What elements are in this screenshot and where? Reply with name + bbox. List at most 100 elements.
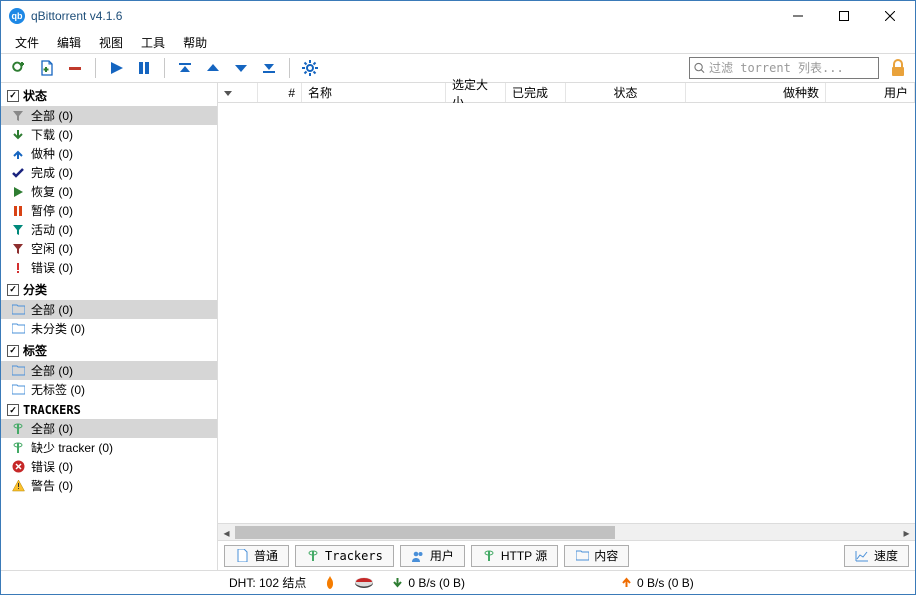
remove-button[interactable] <box>63 56 87 80</box>
status-completed[interactable]: 完成 (0) <box>1 163 217 182</box>
sidebar-item-label: 未分类 (0) <box>31 320 85 337</box>
download-icon <box>11 128 25 142</box>
tracker-icon <box>306 549 320 563</box>
tags-untagged[interactable]: 无标签 (0) <box>1 380 217 399</box>
titlebar: qb qBittorrent v4.1.6 <box>1 1 915 31</box>
col-name[interactable]: 名称 <box>302 83 446 102</box>
chart-icon <box>855 549 869 563</box>
maximize-button[interactable] <box>821 1 867 31</box>
tags-all[interactable]: 全部 (0) <box>1 361 217 380</box>
category-all[interactable]: 全部 (0) <box>1 300 217 319</box>
search-icon <box>694 62 705 74</box>
filter-icon <box>11 109 25 123</box>
col-size[interactable]: 选定大小 <box>446 83 506 102</box>
menu-view[interactable]: 视图 <box>91 32 131 53</box>
document-icon <box>235 549 249 563</box>
menu-edit[interactable]: 编辑 <box>49 32 89 53</box>
trackers-warning[interactable]: 警告 (0) <box>1 476 217 495</box>
sidebar-item-label: 无标签 (0) <box>31 381 85 398</box>
disk-icon <box>354 577 374 589</box>
sidebar-item-label: 恢复 (0) <box>31 183 73 200</box>
scroll-right-icon[interactable]: ▸ <box>898 524 915 541</box>
col-seeds[interactable]: 做种数 <box>686 83 826 102</box>
statusbar: DHT: 102 结点 0 B/s (0 B) 0 B/s (0 B) <box>1 570 915 594</box>
section-category-title: 分类 <box>23 281 47 298</box>
tab-speed[interactable]: 速度 <box>844 545 909 567</box>
torrent-panel: # 名称 选定大小 已完成 状态 做种数 用户 ◂ ▸ 普通 Trackers … <box>218 83 915 570</box>
upload-speed[interactable]: 0 B/s (0 B) <box>621 576 694 590</box>
col-status[interactable]: 状态 <box>566 83 686 102</box>
section-status-header[interactable]: ✓ 状态 <box>1 85 217 106</box>
add-link-button[interactable] <box>7 56 31 80</box>
tab-trackers[interactable]: Trackers <box>295 545 394 567</box>
trackers-error[interactable]: 错误 (0) <box>1 457 217 476</box>
status-downloading[interactable]: 下载 (0) <box>1 125 217 144</box>
section-status-title: 状态 <box>23 87 47 104</box>
section-tags-title: 标签 <box>23 342 47 359</box>
status-all[interactable]: 全部 (0) <box>1 106 217 125</box>
status-resumed[interactable]: 恢复 (0) <box>1 182 217 201</box>
status-seeding[interactable]: 做种 (0) <box>1 144 217 163</box>
col-done[interactable]: 已完成 <box>506 83 566 102</box>
move-top-button[interactable] <box>173 56 197 80</box>
tab-content[interactable]: 内容 <box>564 545 629 567</box>
detail-tabs: 普通 Trackers 用户 HTTP 源 内容 速度 <box>218 540 915 570</box>
add-file-button[interactable] <box>35 56 59 80</box>
menu-tools[interactable]: 工具 <box>133 32 173 53</box>
tab-peers[interactable]: 用户 <box>400 545 465 567</box>
horizontal-scrollbar[interactable]: ◂ ▸ <box>218 523 915 540</box>
menu-file[interactable]: 文件 <box>7 32 47 53</box>
status-paused[interactable]: 暂停 (0) <box>1 201 217 220</box>
download-speed[interactable]: 0 B/s (0 B) <box>392 576 465 590</box>
section-trackers-header[interactable]: ✓TRACKERS <box>1 401 217 419</box>
upload-icon <box>11 147 25 161</box>
trackers-missing[interactable]: 缺少 tracker (0) <box>1 438 217 457</box>
move-bottom-button[interactable] <box>257 56 281 80</box>
sidebar-item-label: 缺少 tracker (0) <box>31 439 113 456</box>
section-category-header[interactable]: ✓分类 <box>1 279 217 300</box>
window-title: qBittorrent v4.1.6 <box>31 9 122 23</box>
tab-label: HTTP 源 <box>501 547 547 564</box>
menubar: 文件 编辑 视图 工具 帮助 <box>1 31 915 53</box>
firewall-icon <box>324 576 336 590</box>
status-errored[interactable]: 错误 (0) <box>1 258 217 277</box>
checkbox-icon: ✓ <box>7 90 19 102</box>
folder-icon <box>575 549 589 563</box>
tab-general[interactable]: 普通 <box>224 545 289 567</box>
search-box[interactable] <box>689 57 879 79</box>
upload-speed-text: 0 B/s (0 B) <box>637 576 694 590</box>
lock-icon[interactable] <box>887 57 909 79</box>
move-down-button[interactable] <box>229 56 253 80</box>
tab-http[interactable]: HTTP 源 <box>471 545 558 567</box>
pause-icon <box>11 204 25 218</box>
folder-icon <box>11 364 25 378</box>
menu-help[interactable]: 帮助 <box>175 32 215 53</box>
move-up-button[interactable] <box>201 56 225 80</box>
scroll-left-icon[interactable]: ◂ <box>218 524 235 541</box>
col-peers[interactable]: 用户 <box>826 83 915 102</box>
sidebar-item-label: 警告 (0) <box>31 477 73 494</box>
section-tags-header[interactable]: ✓标签 <box>1 340 217 361</box>
sidebar-item-label: 错误 (0) <box>31 259 73 276</box>
sidebar-item-label: 活动 (0) <box>31 221 73 238</box>
table-header[interactable]: # 名称 选定大小 已完成 状态 做种数 用户 <box>218 83 915 103</box>
minimize-button[interactable] <box>775 1 821 31</box>
trackers-all[interactable]: 全部 (0) <box>1 419 217 438</box>
scroll-thumb[interactable] <box>235 526 615 539</box>
sidebar-item-label: 完成 (0) <box>31 164 73 181</box>
status-active[interactable]: 活动 (0) <box>1 220 217 239</box>
category-uncategorized[interactable]: 未分类 (0) <box>1 319 217 338</box>
pause-button[interactable] <box>132 56 156 80</box>
close-button[interactable] <box>867 1 913 31</box>
torrent-list[interactable] <box>218 103 915 523</box>
upload-arrow-icon <box>621 577 632 588</box>
sidebar-item-label: 全部 (0) <box>31 301 73 318</box>
status-inactive[interactable]: 空闲 (0) <box>1 239 217 258</box>
tracker-icon <box>482 549 496 563</box>
settings-button[interactable] <box>298 56 322 80</box>
col-num[interactable]: # <box>258 83 302 102</box>
resume-button[interactable] <box>104 56 128 80</box>
sidebar-item-label: 全部 (0) <box>31 107 73 124</box>
search-input[interactable] <box>709 61 874 75</box>
sidebar-item-label: 错误 (0) <box>31 458 73 475</box>
